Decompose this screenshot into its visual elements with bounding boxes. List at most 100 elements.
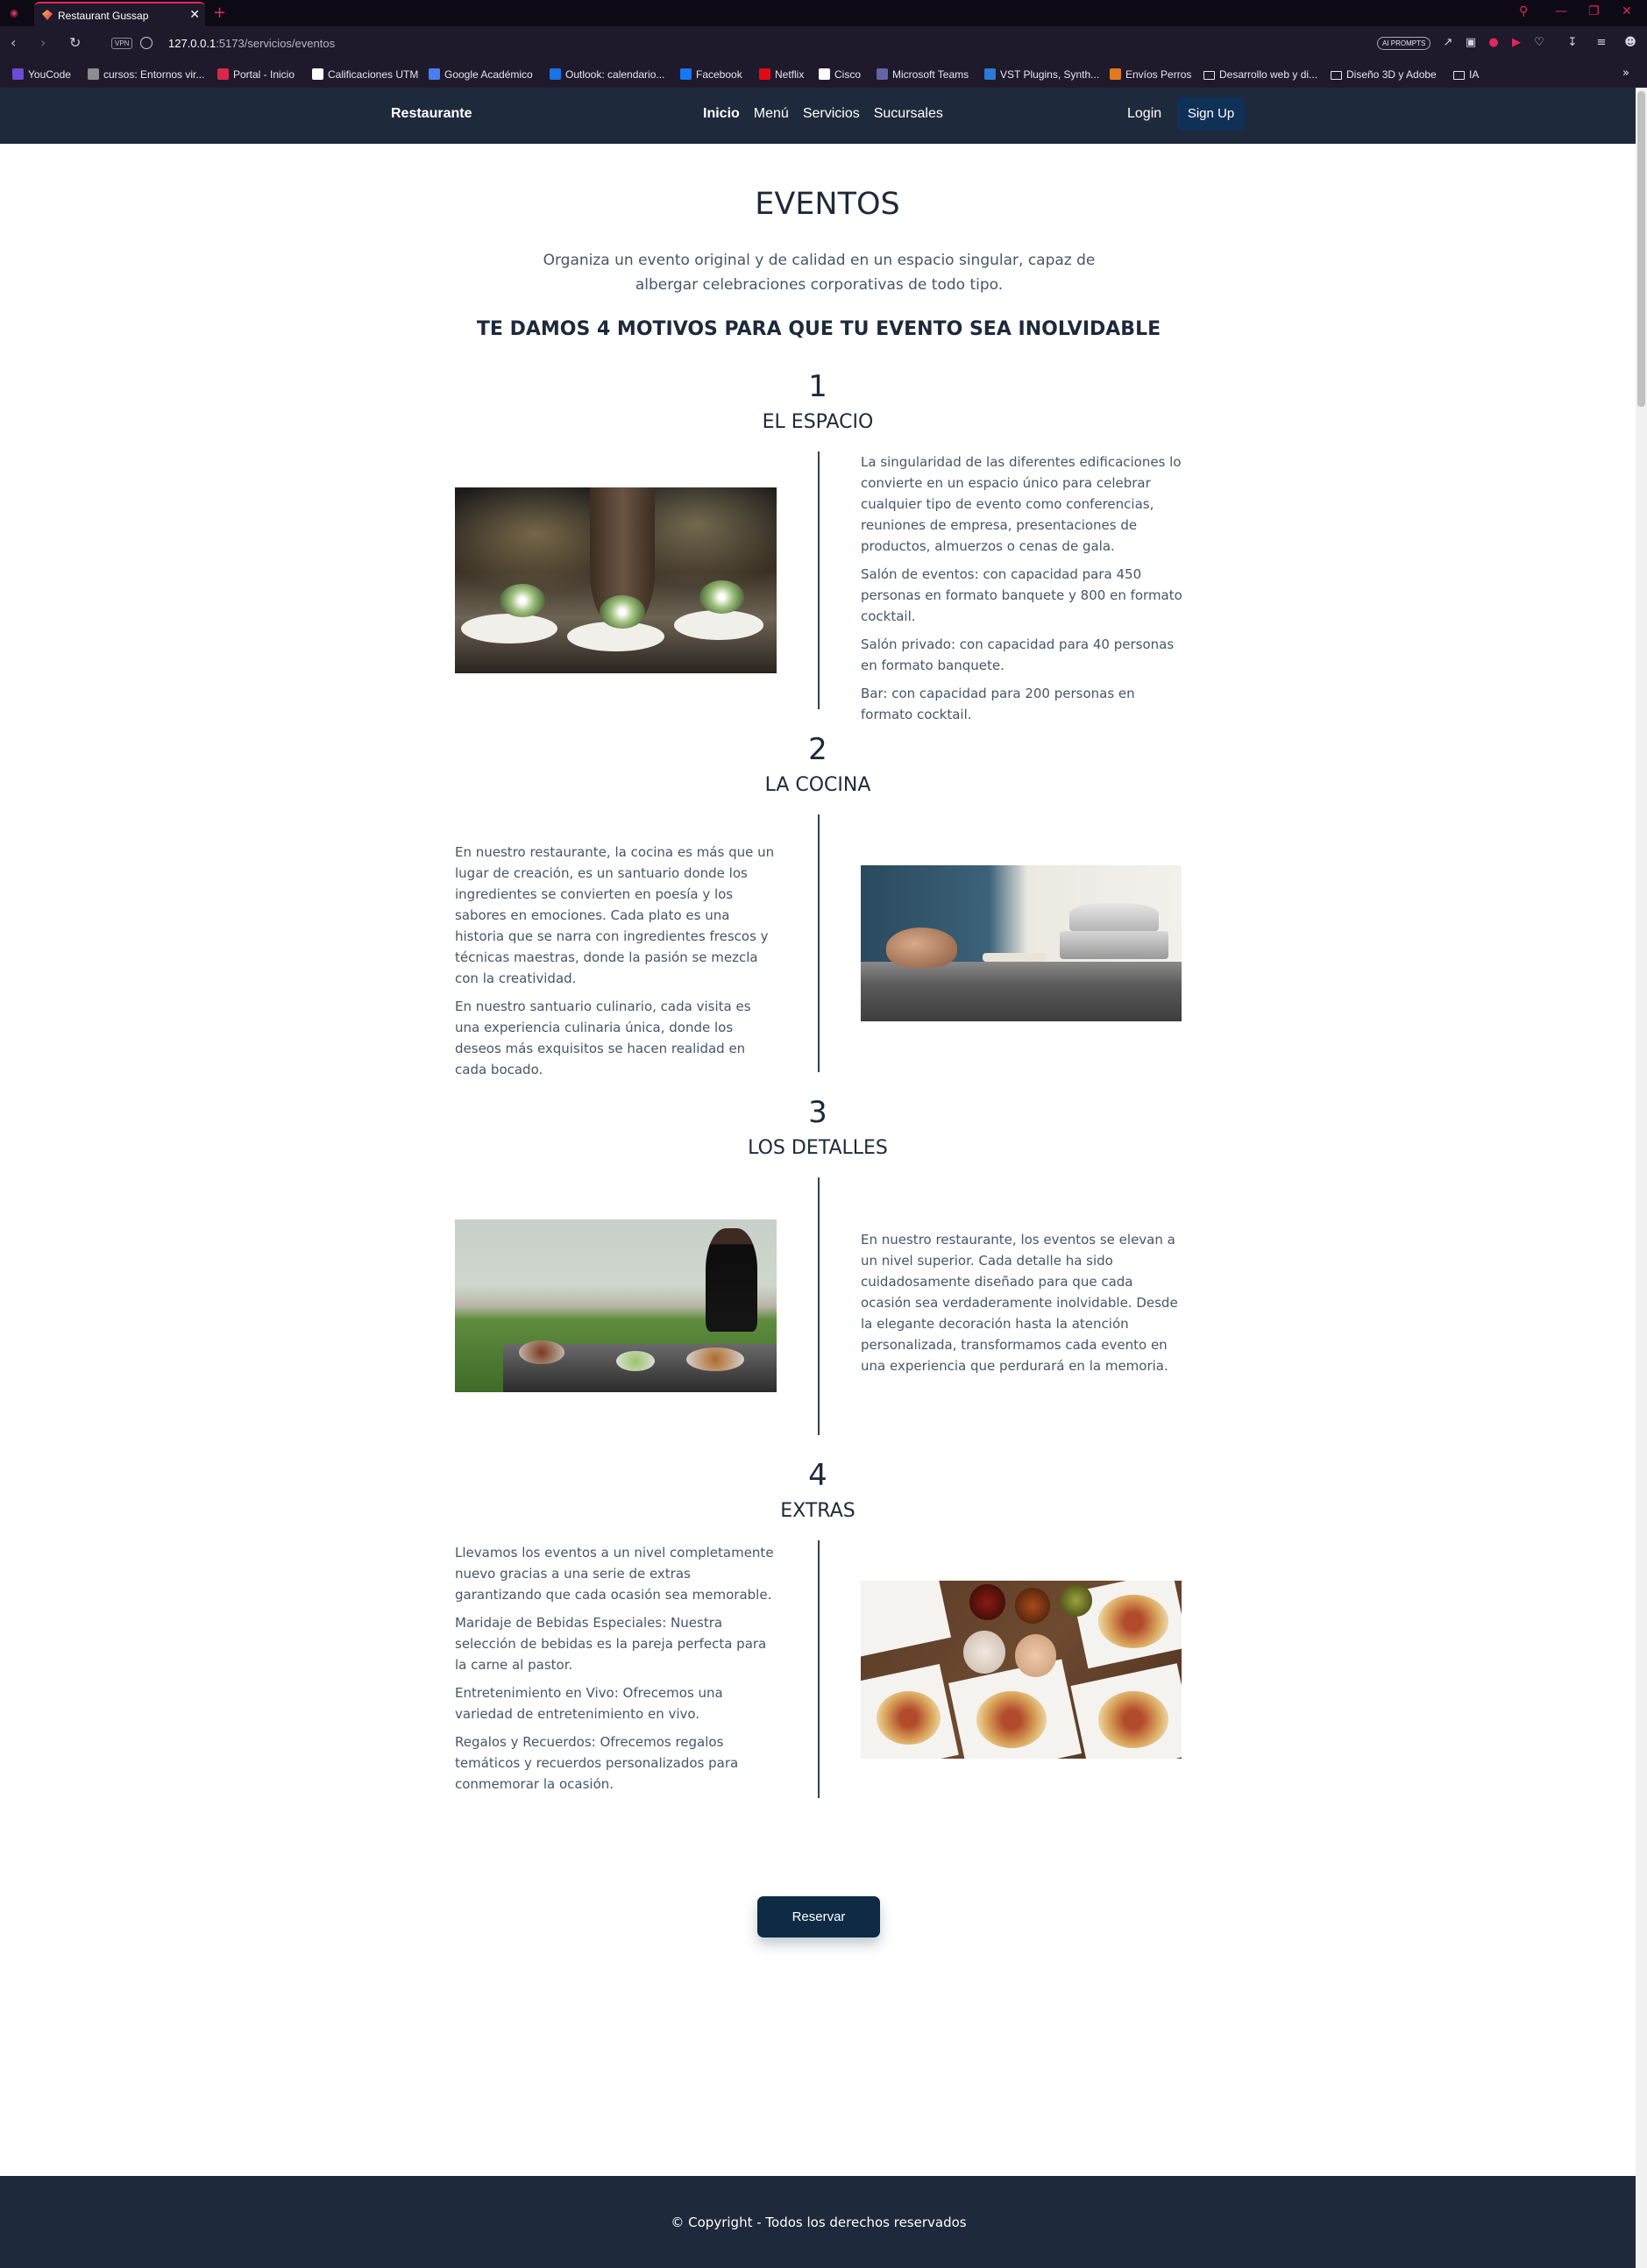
reserve-button[interactable]: Reservar <box>757 1896 880 1937</box>
section-number: 3 <box>808 1095 827 1130</box>
bookmark-item[interactable]: Google Académico <box>429 68 533 81</box>
section-paragraph: En nuestro restaurante, los eventos se e… <box>861 1232 1178 1374</box>
bookmark-label: Outlook: calendario... <box>565 68 665 81</box>
section-paragraph: Regalos y Recuerdos: Ofrecemos regalos t… <box>455 1734 739 1792</box>
section-paragraph: Salón de eventos: con capacidad para 450… <box>861 566 1182 624</box>
page-viewport: Restaurante Inicio Menú Servicios Sucurs… <box>0 88 1636 2268</box>
bookmark-favicon-icon <box>12 68 24 80</box>
bookmark-label: YouCode <box>28 68 71 81</box>
copyright-text: © Copyright - Todos los derechos reserva… <box>671 2215 967 2230</box>
bookmark-label: Cisco <box>834 68 862 81</box>
bookmark-label: cursos: Entornos vir... <box>103 68 205 81</box>
bookmark-item[interactable]: Portal - Inicio <box>217 68 295 81</box>
section-title: LA COCINA <box>764 774 871 796</box>
chef-outdoor-photo <box>455 1219 777 1392</box>
bookmark-label: Desarrollo web y di... <box>1219 68 1318 81</box>
section-number: 1 <box>808 369 827 404</box>
back-icon[interactable]: ‹ <box>11 36 16 50</box>
section-title: EXTRAS <box>780 1500 855 1522</box>
brand-logo[interactable]: Restaurante <box>391 106 472 122</box>
bookmark-favicon-icon <box>680 68 692 80</box>
bookmark-item[interactable]: Envíos Perros <box>1110 68 1191 81</box>
section-paragraph: La singularidad de las diferentes edific… <box>861 454 1182 554</box>
main-nav: Inicio Menú Servicios Sucursales <box>703 106 943 122</box>
section-paragraph: Maridaje de Bebidas Especiales: Nuestra … <box>455 1615 767 1673</box>
menu-icon[interactable]: ≡ <box>1595 37 1608 49</box>
bookmark-item[interactable]: Microsoft Teams <box>877 68 969 81</box>
bookmark-favicon-icon <box>550 68 561 80</box>
bookmark-favicon-icon <box>429 68 440 80</box>
banquet-hall-photo <box>455 487 777 673</box>
bookmark-label: IA <box>1469 68 1480 81</box>
bookmark-item[interactable]: cursos: Entornos vir... <box>88 68 204 81</box>
section-paragraph: Bar: con capacidad para 200 personas en … <box>861 686 1135 722</box>
section-paragraph: Entretenimiento en Vivo: Ofrecemos una v… <box>455 1685 723 1722</box>
section-subheading: TE DAMOS 4 MOTIVOS PARA QUE TU EVENTO SE… <box>476 318 1161 340</box>
browser-tab[interactable]: Restaurant Gussap ✕ <box>34 2 205 26</box>
bookmark-favicon-icon <box>984 68 996 80</box>
page-scrollbar[interactable] <box>1636 88 1647 2268</box>
new-tab-icon[interactable]: + <box>213 4 226 22</box>
timeline-divider <box>818 814 820 1072</box>
share-icon[interactable]: ↗ <box>1442 37 1454 49</box>
bookmark-label: Calificaciones UTM <box>328 68 419 81</box>
bookmark-item[interactable]: Desarrollo web y di... <box>1203 68 1317 81</box>
camera-icon[interactable]: ▣ <box>1465 37 1477 49</box>
window-close-icon[interactable]: ✕ <box>1622 4 1632 18</box>
bookmark-item[interactable]: IA <box>1453 68 1479 81</box>
nav-item-inicio[interactable]: Inicio <box>703 106 740 122</box>
section-paragraph: En nuestro restaurante, la cocina es más… <box>455 844 775 986</box>
site-info-icon[interactable] <box>140 37 153 49</box>
bookmark-label: Envíos Perros <box>1125 68 1192 81</box>
folder-icon <box>1453 71 1465 80</box>
reload-icon[interactable]: ↻ <box>69 36 81 50</box>
bookmark-item[interactable]: Cisco <box>819 68 861 81</box>
bookmark-item[interactable]: Calificaciones UTM <box>312 68 418 81</box>
bookmark-label: Google Académico <box>444 68 533 81</box>
download-icon[interactable]: ↧ <box>1566 37 1579 49</box>
shield-icon[interactable]: ● <box>1487 37 1500 49</box>
forward-icon[interactable]: › <box>40 36 46 50</box>
bookmark-item[interactable]: Netflix <box>759 68 804 81</box>
restore-icon[interactable]: ❐ <box>1588 4 1600 18</box>
search-icon[interactable]: ⚲ <box>1519 4 1528 18</box>
section-title: EL ESPACIO <box>762 411 874 433</box>
play-icon[interactable]: ▶ <box>1510 37 1523 49</box>
gamepad-icon[interactable]: ◉ <box>8 8 20 18</box>
bookmarks-more-icon[interactable]: » <box>1622 67 1629 80</box>
address-bar: ‹ › ↻ VPN 127.0.0.1:5173/servicios/event… <box>0 26 1647 61</box>
site-footer: © Copyright - Todos los derechos reserva… <box>0 2176 1636 2268</box>
bookmark-item[interactable]: Outlook: calendario... <box>550 68 664 81</box>
section-paragraph: Salón privado: con capacidad para 40 per… <box>861 636 1175 673</box>
folder-icon <box>1331 71 1342 80</box>
heart-icon[interactable]: ♡ <box>1533 37 1545 49</box>
signup-button[interactable]: Sign Up <box>1177 97 1245 131</box>
section-number: 4 <box>808 1458 827 1493</box>
section-text: Llevamos los eventos a un nivel completa… <box>455 1542 777 1802</box>
page-title: EVENTOS <box>755 187 900 222</box>
tab-close-icon[interactable]: ✕ <box>189 8 200 22</box>
vpn-badge[interactable]: VPN <box>111 38 133 49</box>
nav-item-menu[interactable]: Menú <box>754 106 789 122</box>
bookmark-label: Netflix <box>775 68 805 81</box>
ai-prompts-button[interactable]: AI PROMPTS <box>1377 37 1431 50</box>
minimize-icon[interactable]: — <box>1555 4 1567 18</box>
scrollbar-thumb[interactable] <box>1637 91 1645 407</box>
url-field[interactable]: 127.0.0.1:5173/servicios/eventos <box>168 37 335 50</box>
login-link[interactable]: Login <box>1127 106 1161 122</box>
folder-icon <box>1203 71 1215 80</box>
bookmark-item[interactable]: Facebook <box>680 68 742 81</box>
bookmark-item[interactable]: YouCode <box>12 68 71 81</box>
section-number: 2 <box>808 732 827 767</box>
profile-icon[interactable]: ☻ <box>1624 37 1636 49</box>
bookmark-favicon-icon <box>1110 68 1121 80</box>
bookmark-item[interactable]: VST Plugins, Synth... <box>984 68 1099 81</box>
nav-item-sucursales[interactable]: Sucursales <box>874 106 943 122</box>
nav-item-servicios[interactable]: Servicios <box>803 106 860 122</box>
bookmark-item[interactable]: Diseño 3D y Adobe <box>1331 68 1437 81</box>
intro-text: Organiza un evento original y de calidad… <box>543 252 1096 294</box>
timeline-divider <box>818 1540 820 1798</box>
bookmark-label: Microsoft Teams <box>892 68 969 81</box>
section-title: LOS DETALLES <box>748 1137 888 1159</box>
timeline-divider <box>818 1177 820 1435</box>
